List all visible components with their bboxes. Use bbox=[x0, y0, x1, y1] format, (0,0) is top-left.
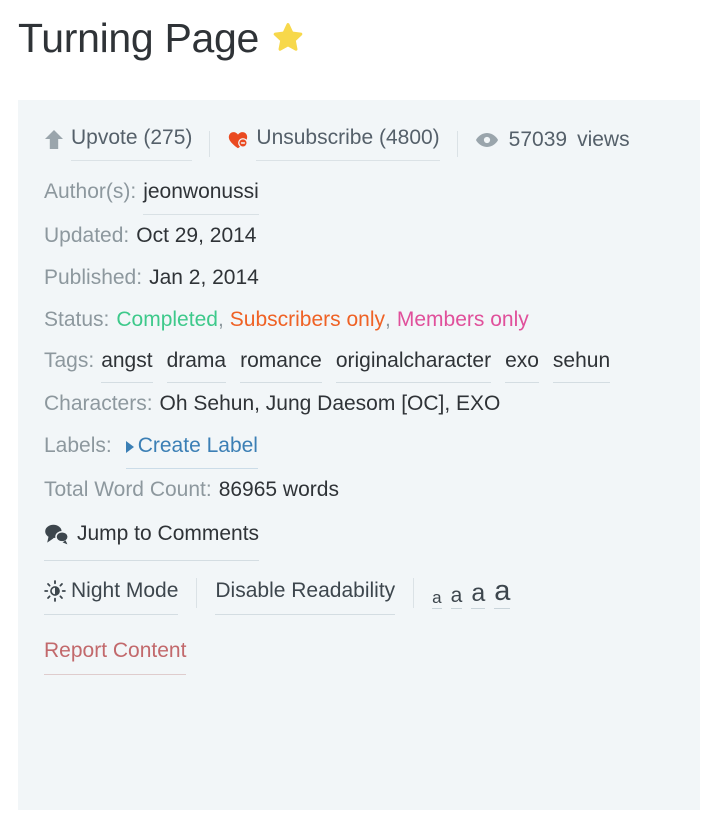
star-icon bbox=[271, 21, 305, 55]
word-count-row: Total Word Count: 86965 words bbox=[44, 469, 674, 511]
sun-brightness-icon bbox=[44, 580, 66, 602]
word-count-label: Total Word Count: bbox=[44, 478, 212, 501]
published-row: Published: Jan 2, 2014 bbox=[44, 257, 674, 299]
upvote-control[interactable]: Upvote (275) bbox=[44, 118, 193, 161]
updated-row: Updated: Oct 29, 2014 bbox=[44, 215, 674, 257]
status-sep-1: , bbox=[217, 308, 224, 331]
night-mode-label: Night Mode bbox=[71, 579, 179, 602]
toolbar-divider-2 bbox=[413, 578, 415, 608]
status-completed: Completed bbox=[116, 308, 218, 331]
jump-to-comments-link[interactable]: Jump to Comments bbox=[44, 511, 260, 561]
labels-row: Labels: Create Label bbox=[44, 425, 674, 469]
status-label: Status: bbox=[44, 308, 110, 331]
font-size-xsmall-button[interactable]: a bbox=[432, 589, 442, 609]
upvote-arrow-icon bbox=[44, 129, 64, 151]
authors-label: Author(s): bbox=[44, 180, 137, 203]
font-size-group: a a a a bbox=[432, 577, 511, 609]
tag-item[interactable]: drama bbox=[166, 341, 227, 383]
reader-toolbar: Night Mode Disable Readability a a a a bbox=[44, 571, 674, 615]
stats-divider-1 bbox=[209, 130, 211, 157]
status-row: Status: Completed, Subscribers only, Mem… bbox=[44, 299, 674, 341]
font-size-small-button[interactable]: a bbox=[450, 585, 463, 609]
jump-comments-row: Jump to Comments bbox=[44, 511, 674, 561]
metadata-block: Author(s): jeonwonussi Updated: Oct 29, … bbox=[44, 171, 674, 561]
tags-list: angst drama romance originalcharacter ex… bbox=[101, 341, 624, 383]
disable-readability-button[interactable]: Disable Readability bbox=[215, 571, 396, 615]
report-row: Report Content bbox=[44, 631, 674, 675]
info-panel: Upvote (275) Unsubscribe (4800) 57039 vi… bbox=[18, 100, 700, 810]
updated-value: Oct 29, 2014 bbox=[136, 224, 257, 247]
published-value: Jan 2, 2014 bbox=[149, 266, 259, 289]
characters-label: Characters: bbox=[44, 392, 153, 415]
page-title-row: Turning Page bbox=[18, 14, 305, 62]
report-content-link[interactable]: Report Content bbox=[44, 631, 187, 675]
font-size-large-button[interactable]: a bbox=[494, 577, 511, 609]
stats-row: Upvote (275) Unsubscribe (4800) 57039 vi… bbox=[44, 118, 674, 161]
speech-bubbles-icon bbox=[44, 523, 70, 545]
status-members-only: Members only bbox=[396, 308, 529, 331]
tag-item[interactable]: sehun bbox=[552, 341, 611, 383]
tag-item[interactable]: originalcharacter bbox=[335, 341, 492, 383]
views-count: 57039 bbox=[508, 127, 568, 151]
page-root: Turning Page Upvote (275) Unsubscribe (4… bbox=[0, 0, 720, 824]
stats-divider-2 bbox=[456, 130, 458, 157]
tags-label: Tags: bbox=[44, 349, 95, 372]
tag-item[interactable]: romance bbox=[240, 341, 322, 383]
views-counter: 57039 views bbox=[475, 120, 630, 160]
jump-to-comments-text: Jump to Comments bbox=[77, 522, 260, 545]
tags-row: Tags: angst drama romance originalcharac… bbox=[44, 341, 674, 383]
labels-label: Labels: bbox=[44, 434, 112, 457]
night-mode-button[interactable]: Night Mode bbox=[44, 571, 179, 615]
page-title: Turning Page bbox=[18, 15, 260, 61]
unsubscribe-link[interactable]: Unsubscribe (4800) bbox=[256, 118, 440, 161]
status-subscribers-only: Subscribers only bbox=[229, 308, 386, 331]
tag-item[interactable]: angst bbox=[101, 341, 153, 383]
tag-item[interactable]: exo bbox=[505, 341, 539, 383]
author-link[interactable]: jeonwonussi bbox=[143, 171, 259, 215]
upvote-link[interactable]: Upvote (275) bbox=[71, 118, 193, 161]
status-sep-2: , bbox=[385, 308, 391, 331]
font-size-medium-button[interactable]: a bbox=[471, 581, 486, 609]
authors-row: Author(s): jeonwonussi bbox=[44, 171, 674, 215]
published-label: Published: bbox=[44, 266, 143, 289]
updated-label: Updated: bbox=[44, 224, 130, 247]
create-label-text: Create Label bbox=[137, 434, 258, 457]
create-label-button[interactable]: Create Label bbox=[125, 425, 258, 469]
characters-value: Oh Sehun, Jung Daesom [OC], EXO bbox=[159, 392, 501, 415]
toolbar-divider-1 bbox=[196, 578, 198, 608]
eye-icon bbox=[475, 131, 499, 149]
word-count-value: 86965 words bbox=[218, 478, 339, 501]
heart-minus-icon bbox=[227, 129, 249, 151]
views-suffix: views bbox=[577, 127, 630, 151]
characters-row: Characters: Oh Sehun, Jung Daesom [OC], … bbox=[44, 383, 674, 425]
triangle-right-icon bbox=[125, 441, 134, 453]
unsubscribe-control[interactable]: Unsubscribe (4800) bbox=[227, 118, 440, 161]
